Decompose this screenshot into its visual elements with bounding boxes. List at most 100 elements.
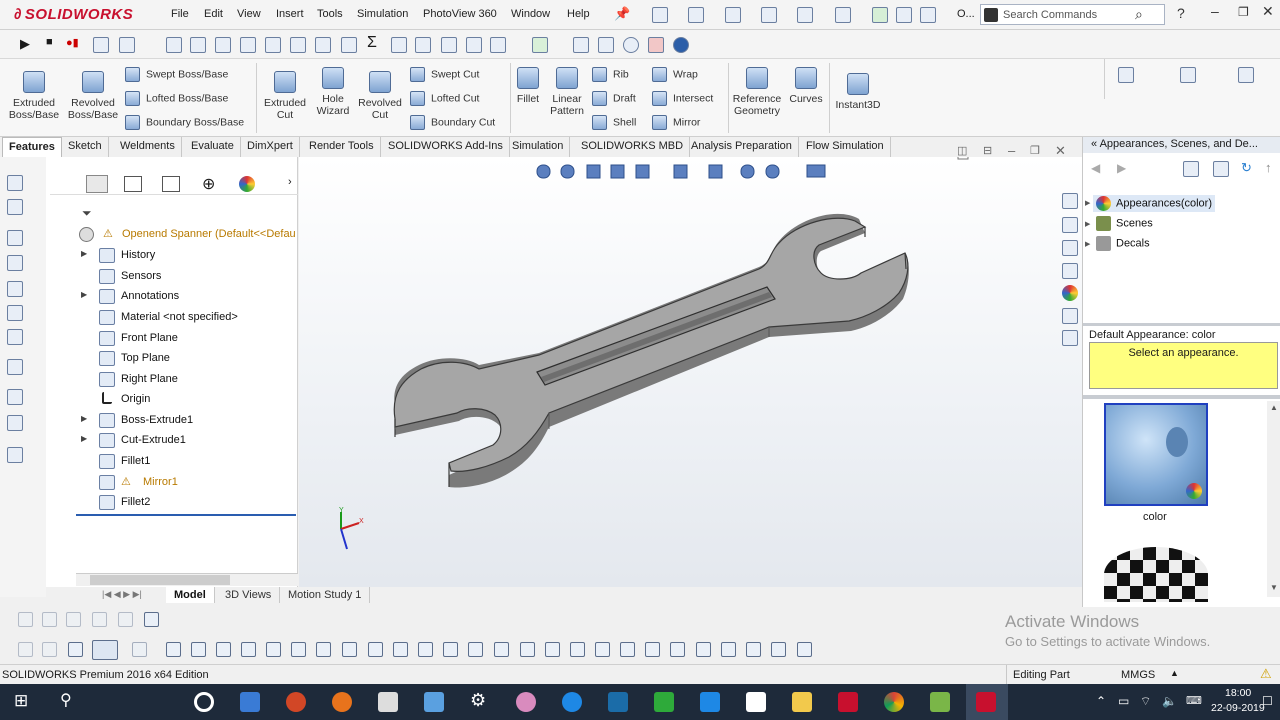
filter-axes-icon[interactable]: [291, 642, 306, 657]
cursor-select-icon[interactable]: [92, 640, 118, 660]
splitter[interactable]: [1083, 323, 1280, 326]
filter-gtol-icon[interactable]: [570, 642, 585, 657]
lofted-cut-button[interactable]: Lofted Cut: [410, 91, 479, 106]
solidworks-logo[interactable]: ∂ SOLIDWORKS: [14, 6, 133, 23]
view-palette-icon[interactable]: [1062, 263, 1078, 279]
edit-macro-icon[interactable]: [119, 37, 135, 53]
tree-item-top-plane[interactable]: Top Plane: [46, 349, 298, 369]
wrap-button[interactable]: Wrap: [652, 67, 698, 82]
splitter[interactable]: [1083, 395, 1280, 399]
tree-item-origin[interactable]: Origin: [46, 390, 298, 410]
app-green-icon[interactable]: [654, 692, 674, 712]
chevron-right-icon[interactable]: ›: [288, 176, 292, 188]
filter-points-icon[interactable]: [342, 642, 357, 657]
scroll-down-icon[interactable]: ▼: [1270, 583, 1278, 592]
tree-item-annotations[interactable]: ▶ Annotations: [46, 287, 298, 307]
statistics-icon[interactable]: [290, 37, 306, 53]
menu-tools[interactable]: Tools: [317, 8, 343, 20]
menu-edit[interactable]: Edit: [204, 8, 223, 20]
solidworks-active-icon[interactable]: [976, 692, 996, 712]
expand-arrow-icon[interactable]: ▶: [1085, 199, 1090, 207]
filter-cosmetic-icon[interactable]: [771, 642, 786, 657]
expand-arrow-icon[interactable]: ▶: [81, 414, 87, 423]
expand-arrow-icon[interactable]: ▶: [81, 290, 87, 299]
sensor-icon[interactable]: [265, 37, 281, 53]
teamviewer-icon[interactable]: [562, 692, 582, 712]
scenes-folder[interactable]: ▶ Scenes: [1085, 216, 1153, 231]
tab-dimxpert[interactable]: DimXpert: [241, 137, 300, 157]
viewport-close-icon[interactable]: ✕: [1055, 143, 1066, 159]
configuration-manager-icon[interactable]: [162, 176, 180, 192]
swept-cut-button[interactable]: Swept Cut: [410, 67, 479, 82]
expand-arrow-icon[interactable]: ▶: [81, 249, 87, 258]
expand-arrow-icon[interactable]: ▶: [1085, 240, 1090, 248]
menu-view[interactable]: View: [237, 8, 261, 20]
app-paint-icon[interactable]: [516, 692, 536, 712]
rollback-bar[interactable]: [76, 514, 296, 516]
tree-item-fillet1[interactable]: Fillet1: [46, 452, 298, 472]
mirror-button[interactable]: Mirror: [652, 115, 700, 130]
rebuild-icon[interactable]: [872, 7, 888, 23]
filter-datum-icon[interactable]: [545, 642, 560, 657]
menu-insert[interactable]: Insert: [276, 8, 304, 20]
thickness-icon[interactable]: [466, 37, 482, 53]
back-icon[interactable]: ◀: [1091, 161, 1100, 175]
swept-boss-button[interactable]: Swept Boss/Base: [125, 67, 228, 82]
reference-icon[interactable]: [7, 389, 23, 405]
powerpoint-icon[interactable]: [286, 692, 306, 712]
tree-root-part[interactable]: ⚠ Openend Spanner (Default<<Defau: [46, 225, 298, 245]
app-box-icon[interactable]: [700, 692, 720, 712]
collapse-icon[interactable]: «: [1091, 138, 1100, 150]
viewport-tile-icon[interactable]: ◫: [957, 144, 967, 157]
filter-planes-icon[interactable]: [316, 642, 331, 657]
vertical-scrollbar[interactable]: ▲ ▼: [1267, 401, 1280, 597]
wrench-model[interactable]: □ Y X: [299, 157, 1082, 587]
filter-toolbar-icon[interactable]: [18, 642, 33, 657]
pattern-icon[interactable]: [7, 359, 23, 375]
clear-filter-icon[interactable]: [132, 642, 147, 657]
extruded-cut-button[interactable]: Extruded Cut: [259, 71, 311, 121]
network-icon[interactable]: ⌔: [1140, 694, 1151, 709]
decals-folder[interactable]: ▶ Decals: [1085, 236, 1150, 251]
appearance-swatch-checker[interactable]: [1104, 547, 1208, 602]
instant3d-icon[interactable]: [7, 447, 23, 463]
calculator-icon[interactable]: [378, 692, 398, 712]
filter-faces-icon[interactable]: [216, 642, 231, 657]
stop-icon[interactable]: ■: [46, 36, 53, 48]
boundary-cut-button[interactable]: Boundary Cut: [410, 115, 495, 130]
minimize-icon[interactable]: –: [1211, 3, 1219, 19]
open-icon[interactable]: [688, 7, 704, 23]
select-filter-icon[interactable]: [68, 642, 83, 657]
tab-motion-study[interactable]: Motion Study 1: [280, 587, 371, 603]
options-gear-icon[interactable]: [920, 7, 936, 23]
draft-analysis-icon[interactable]: [391, 37, 407, 53]
viewport-split-icon[interactable]: ⊟: [983, 144, 992, 157]
tree-item-mirror1[interactable]: ⚠ Mirror1: [46, 473, 298, 493]
parting-line-icon[interactable]: [441, 37, 457, 53]
draft-button[interactable]: Draft: [592, 91, 636, 106]
help-icon[interactable]: ?: [1177, 5, 1185, 21]
viewport-minimize-icon[interactable]: –: [1008, 143, 1015, 158]
search-commands-input[interactable]: Search Commands ⌕: [980, 4, 1165, 25]
filter-edges-icon[interactable]: [191, 642, 206, 657]
filter-vertices-icon[interactable]: [166, 642, 181, 657]
restore-icon[interactable]: ❐: [1238, 5, 1249, 19]
tree-item-right-plane[interactable]: Right Plane: [46, 370, 298, 390]
pin-icon[interactable]: 📌: [614, 6, 630, 22]
tree-item-history[interactable]: ▶ History: [46, 246, 298, 266]
search-icon[interactable]: ⚲: [60, 690, 72, 710]
language-icon[interactable]: ⌨: [1186, 694, 1202, 707]
tree-item-cut-extrude1[interactable]: ▶ Cut-Extrude1: [46, 431, 298, 451]
shell-button[interactable]: Shell: [592, 115, 636, 130]
tab-features[interactable]: Features: [2, 137, 62, 157]
fillet-button[interactable]: Fillet: [512, 67, 544, 105]
curve-icon[interactable]: [7, 415, 23, 431]
clock-time[interactable]: 18:00: [1225, 687, 1251, 699]
filter-balloons-icon[interactable]: [595, 642, 610, 657]
select-icon[interactable]: [835, 7, 851, 23]
import-diagnostics-icon[interactable]: [532, 37, 548, 53]
revolved-boss-button[interactable]: Revolved Boss/Base: [64, 71, 122, 121]
print-icon[interactable]: [761, 7, 777, 23]
sustainability-icon[interactable]: [673, 37, 689, 53]
filter-mid-icon[interactable]: [746, 642, 761, 657]
